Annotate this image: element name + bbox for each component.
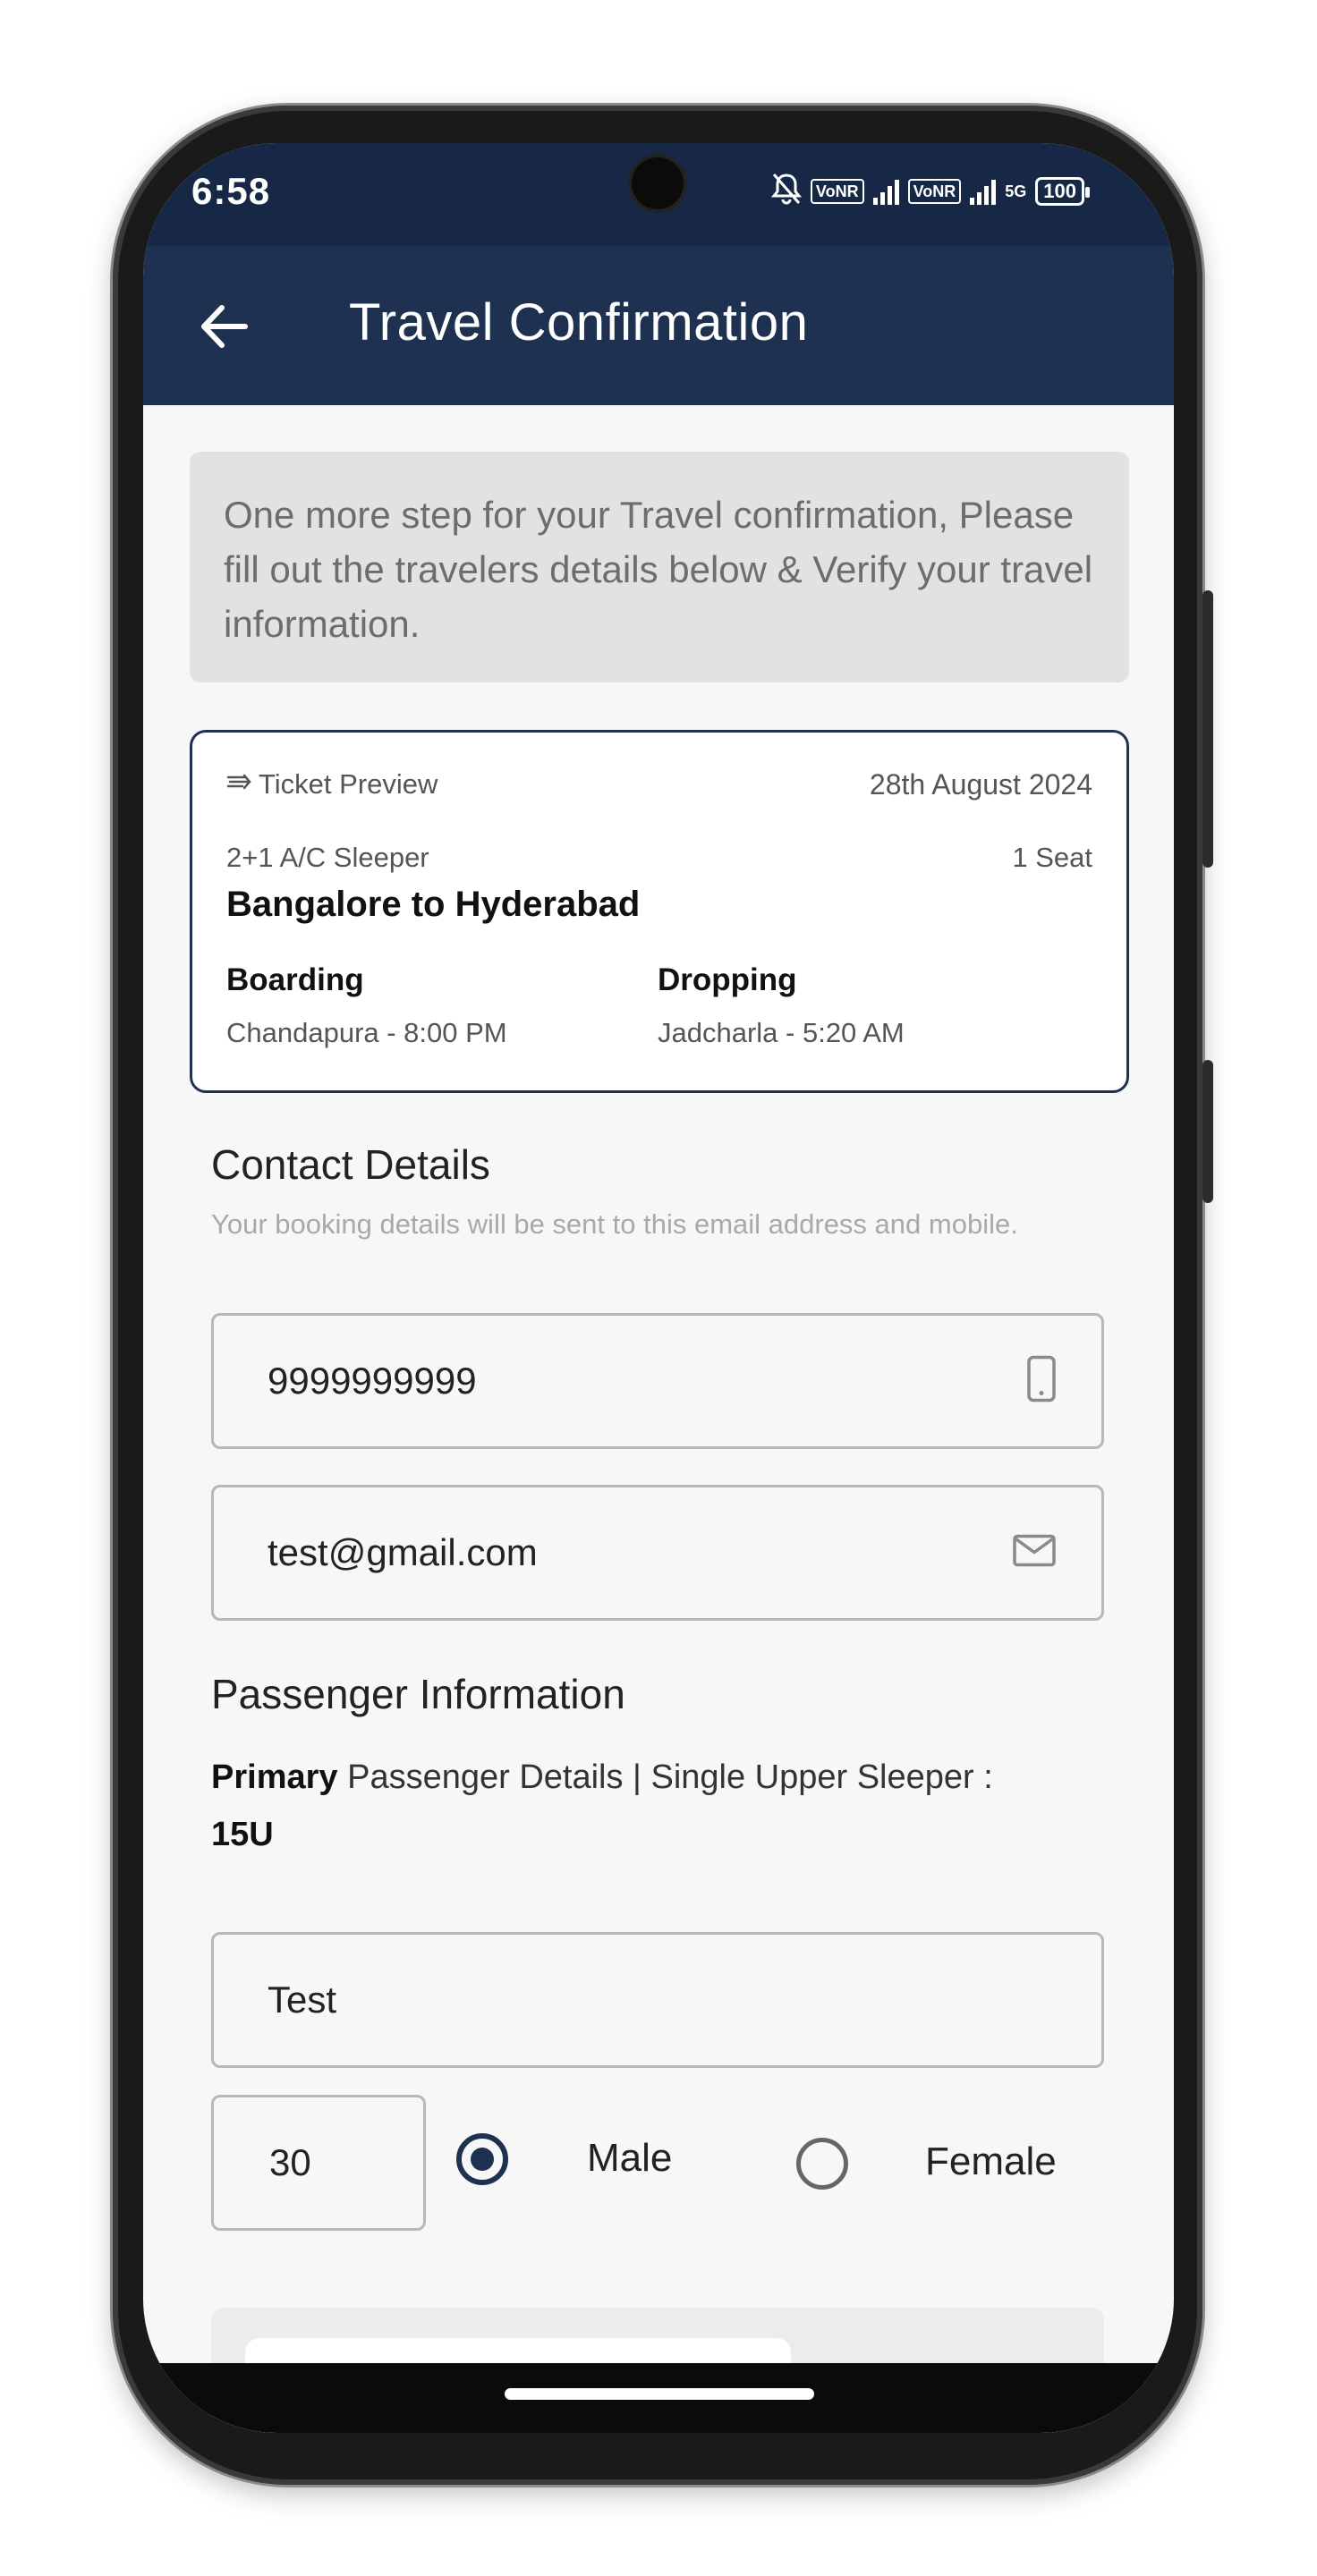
ticket-preview-card: Ticket Preview 28th August 2024 2+1 A/C … [190,730,1129,1093]
network-type: 5G [1005,182,1027,200]
seat-code: 15U [211,1816,274,1853]
gender-label-female[interactable]: Female [925,2140,1057,2184]
passenger-seat-info: Primary Passenger Details | Single Upper… [211,1749,1106,1863]
signal-icon [970,178,997,205]
info-banner: One more step for your Travel confirmati… [190,452,1129,682]
phone-field[interactable] [211,1313,1104,1449]
power-button [1202,1060,1213,1203]
contact-details-title: Contact Details [211,1141,490,1188]
status-bar: 6:58 VoNR VoNR 5G 100 [143,143,1174,246]
home-indicator[interactable] [505,2388,814,2400]
contact-details-subtitle: Your booking details will be sent to thi… [211,1208,1018,1240]
dropping-value: Jadcharla - 5:20 AM [658,1017,905,1048]
bus-type: 2+1 A/C Sleeper [226,842,429,873]
bell-off-icon [770,172,803,211]
passenger-name-input[interactable] [214,1935,1101,2065]
gender-radio-female[interactable] [796,2138,848,2190]
status-time: 6:58 [191,170,271,212]
smartphone-icon [1026,1355,1057,1408]
passenger-age-input[interactable] [214,2097,423,2228]
seat-count: 1 Seat [1012,842,1092,873]
boarding-label: Boarding [226,962,364,997]
app-bar: Travel Confirmation [143,246,1174,405]
status-icons: VoNR VoNR 5G 100 [770,172,1090,211]
signal-icon [872,178,899,205]
ticket-preview-label: Ticket Preview [259,768,438,800]
screen: 6:58 VoNR VoNR 5G 100 Travel Confirmatio… [143,143,1174,2433]
gender-radio-male[interactable] [456,2133,508,2185]
email-field[interactable] [211,1485,1104,1621]
boarding-value: Chandapura - 8:00 PM [226,1017,507,1048]
route-title: Bangalore to Hyderabad [226,885,641,924]
front-camera [632,157,684,209]
passenger-details-text: Passenger Details | Single Upper Sleeper… [337,1758,993,1796]
arrow-left-icon[interactable] [197,300,251,353]
battery-icon: 100 [1035,177,1090,206]
navigation-bar [143,2363,1174,2433]
primary-label: Primary [211,1758,338,1796]
ticket-preview-heading: Ticket Preview [226,768,438,801]
gender-label-male[interactable]: Male [587,2136,672,2181]
vonr-badge-1: VoNR [810,179,864,204]
email-input[interactable] [214,1487,1101,1618]
volume-button [1202,590,1213,868]
mail-icon [1012,1534,1057,1572]
passenger-name-field[interactable] [211,1932,1104,2068]
passenger-information-title: Passenger Information [211,1671,625,1717]
dropping-label: Dropping [658,962,797,997]
travel-date: 28th August 2024 [869,768,1092,801]
passenger-age-field[interactable] [211,2095,426,2231]
vonr-badge-2: VoNR [907,179,962,204]
page-title: Travel Confirmation [349,293,809,352]
phone-input[interactable] [214,1316,1101,1446]
bus-ticket-icon [226,768,253,801]
